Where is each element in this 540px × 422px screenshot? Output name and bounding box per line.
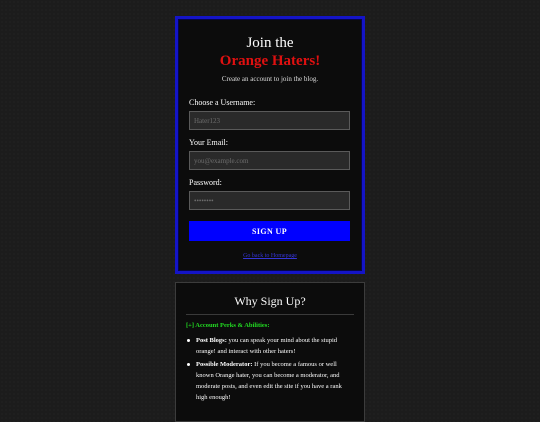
password-label: Password: bbox=[189, 178, 222, 187]
perk-name: Post Blogs: bbox=[196, 337, 227, 344]
back-to-homepage-link[interactable]: Go back to Homepage bbox=[178, 253, 362, 259]
why-sign-up-card: Why Sign Up? [+] Account Perks & Abiliti… bbox=[175, 282, 365, 422]
signup-card: Join the Orange Haters! Create an accoun… bbox=[175, 16, 365, 274]
signup-title-brand: Orange Haters! bbox=[219, 53, 321, 69]
bullet-icon bbox=[187, 363, 190, 366]
email-input[interactable] bbox=[189, 151, 350, 170]
password-input[interactable] bbox=[189, 191, 350, 210]
sign-up-button[interactable]: SIGN UP bbox=[189, 221, 350, 241]
list-item: Post Blogs: you can speak your mind abou… bbox=[186, 335, 354, 357]
username-input[interactable] bbox=[189, 111, 350, 130]
username-label: Choose a Username: bbox=[189, 98, 256, 107]
perk-name: Possible Moderator: bbox=[196, 361, 253, 368]
email-label: Your Email: bbox=[189, 138, 228, 147]
bullet-icon bbox=[187, 339, 190, 342]
perks-heading: [+] Account Perks & Abilities: bbox=[186, 322, 270, 329]
signup-title: Join the bbox=[246, 35, 294, 51]
perks-list: Post Blogs: you can speak your mind abou… bbox=[186, 335, 354, 405]
signup-subtitle: Create an account to join the blog. bbox=[221, 75, 319, 83]
list-item: Possible Moderator: If you become a famo… bbox=[186, 359, 354, 403]
divider bbox=[186, 314, 354, 315]
why-sign-up-title: Why Sign Up? bbox=[234, 294, 306, 308]
